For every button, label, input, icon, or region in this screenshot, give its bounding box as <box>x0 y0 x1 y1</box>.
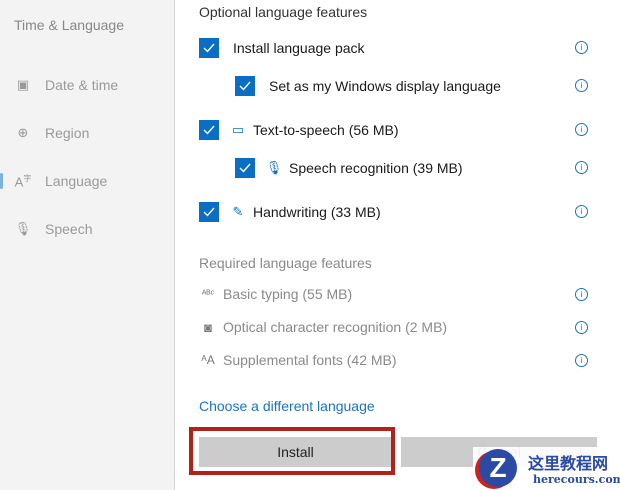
watermark-cn: 这里教程网 <box>528 454 609 473</box>
feature-label: Optical character recognition (2 MB) <box>223 319 448 335</box>
checkbox-speech-recognition[interactable]: 🎙︎ Speech recognition (39 MB) <box>235 158 463 178</box>
info-icon[interactable]: i <box>575 41 588 54</box>
pen-icon: ✎ <box>232 204 244 219</box>
microphone-icon: 🎙︎ <box>265 160 283 175</box>
watermark-en: herecours.com <box>533 473 620 486</box>
checkbox-checked[interactable] <box>199 38 219 58</box>
choose-different-language-link[interactable]: Choose a different language <box>199 398 375 414</box>
watermark-logo: Z <box>479 449 517 487</box>
sidebar: Time & Language ▣ Date & time ⊕ Region A字 L… <box>0 0 175 490</box>
option-label: Speech recognition (39 MB) <box>289 160 463 176</box>
optional-heading: Optional language features <box>199 4 368 20</box>
microphone-icon: 🎙︎ <box>14 221 32 236</box>
sidebar-item-label: Region <box>45 125 90 141</box>
feature-label: Supplemental fonts (42 MB) <box>223 352 397 368</box>
text-to-speech-icon: ▭ <box>231 122 245 137</box>
highlight-box <box>189 427 395 475</box>
info-icon[interactable]: i <box>575 161 588 174</box>
option-label: Set as my Windows display language <box>269 78 501 94</box>
sidebar-item-language[interactable]: A字 Language <box>0 166 174 196</box>
checkbox-checked[interactable] <box>199 202 219 222</box>
sidebar-item-label: Language <box>45 173 108 189</box>
globe-icon: ⊕ <box>17 125 29 140</box>
option-label: Install language pack <box>233 40 365 56</box>
checkbox-checked[interactable] <box>235 76 255 96</box>
info-icon[interactable]: i <box>575 205 588 218</box>
abc-icon: ᴬᴮᶜ <box>201 288 215 300</box>
option-label: Handwriting (33 MB) <box>253 204 381 220</box>
option-label: Text-to-speech (56 MB) <box>253 122 399 138</box>
language-icon: A字 <box>14 173 32 190</box>
required-basic-typing: ᴬᴮᶜ Basic typing (55 MB) <box>199 286 352 302</box>
camera-icon: ◙ <box>204 319 212 335</box>
info-icon[interactable]: i <box>575 321 588 334</box>
sidebar-title: Time & Language <box>14 17 124 33</box>
info-icon[interactable]: i <box>575 288 588 301</box>
required-ocr: ◙ Optical character recognition (2 MB) <box>199 319 447 335</box>
info-icon[interactable]: i <box>575 123 588 136</box>
info-icon[interactable]: i <box>575 79 588 92</box>
calendar-clock-icon: ▣ <box>16 77 30 92</box>
required-heading: Required language features <box>199 255 372 271</box>
sidebar-item-region[interactable]: ⊕ Region <box>0 118 174 148</box>
sidebar-item-label: Date & time <box>45 77 119 93</box>
feature-label: Basic typing (55 MB) <box>223 286 353 302</box>
fonts-icon: ᴬA <box>201 353 215 367</box>
required-fonts: ᴬA Supplemental fonts (42 MB) <box>199 352 397 368</box>
checkbox-display-language[interactable]: Set as my Windows display language <box>235 76 501 96</box>
sidebar-item-date-time[interactable]: ▣ Date & time <box>0 70 174 100</box>
main-panel: Optional language features Install langu… <box>175 0 620 490</box>
info-icon[interactable]: i <box>575 354 588 367</box>
checkbox-checked[interactable] <box>199 120 219 140</box>
checkbox-text-to-speech[interactable]: ▭ Text-to-speech (56 MB) <box>199 120 399 140</box>
checkbox-install-language-pack[interactable]: Install language pack <box>199 38 365 58</box>
watermark: Z 这里教程网 herecours.com <box>473 447 620 490</box>
sidebar-item-speech[interactable]: 🎙︎ Speech <box>0 214 174 244</box>
sidebar-item-label: Speech <box>45 221 93 237</box>
checkbox-handwriting[interactable]: ✎ Handwriting (33 MB) <box>199 202 381 222</box>
checkbox-checked[interactable] <box>235 158 255 178</box>
